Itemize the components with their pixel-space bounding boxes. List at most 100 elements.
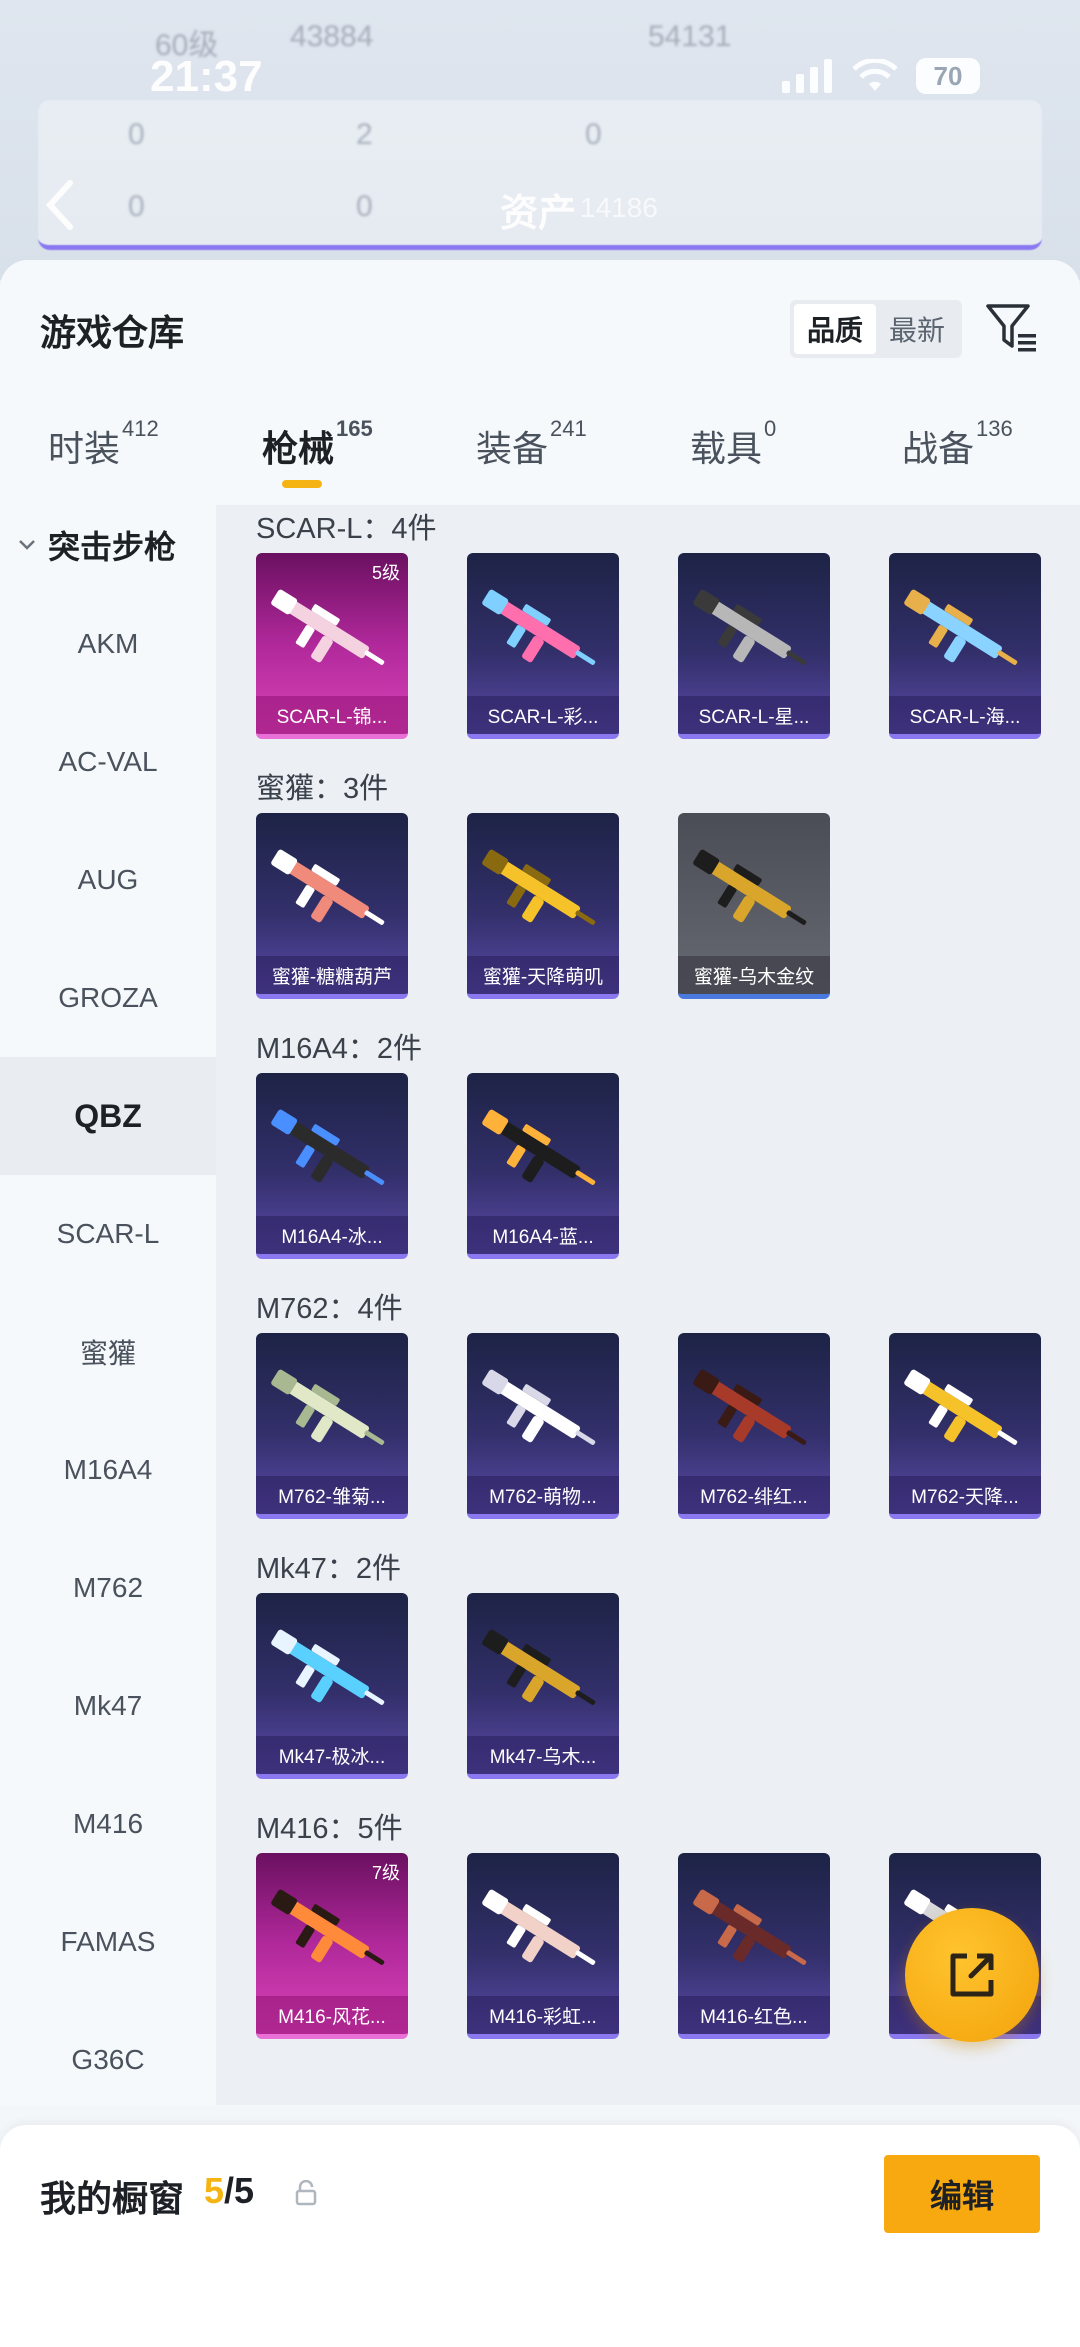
- category-item-famas[interactable]: FAMAS: [0, 1883, 216, 2001]
- tab-count: 241: [550, 416, 587, 441]
- sort-newest-button[interactable]: 最新: [876, 304, 958, 354]
- weapon-skin-card[interactable]: M416-红色...: [678, 1853, 830, 2039]
- weapon-image: [271, 1629, 385, 1705]
- category-item-m16a4[interactable]: M16A4: [0, 1411, 216, 1529]
- weapon-image: [693, 589, 807, 665]
- weapon-skin-card[interactable]: M762-天降...: [889, 1333, 1041, 1519]
- background-header: 60级 43884 54131 0 2 0 0 0 21:37 70 资产 14…: [0, 0, 1080, 280]
- weapon-skin-name: Mk47-乌木...: [467, 1736, 619, 1774]
- showcase-current: 5: [204, 2170, 225, 2211]
- category-item-groza[interactable]: GROZA: [0, 939, 216, 1057]
- weapon-skin-card[interactable]: 7级 M416-风花...: [256, 1853, 408, 2039]
- sort-quality-button[interactable]: 品质: [794, 304, 876, 354]
- category-item-m416[interactable]: M416: [0, 1765, 216, 1883]
- stat-value: 0: [585, 118, 602, 151]
- share-fab[interactable]: [905, 1908, 1039, 2042]
- weapon-image: [271, 849, 385, 925]
- level-badge: 5级: [371, 563, 400, 583]
- category-item-akm[interactable]: AKM: [0, 585, 216, 703]
- weapon-skin-card[interactable]: 5级 SCAR-L-锦...: [256, 553, 408, 739]
- level-badge: 7级: [371, 1863, 400, 1883]
- weapon-image: [271, 1889, 385, 1965]
- category-tabs: 时装412 枪械165 装备241 载具0 战备136: [0, 416, 1080, 505]
- category-item-scar-l[interactable]: SCAR-L: [0, 1175, 216, 1293]
- warehouse-sheet: 游戏仓库 品质 最新 时装412 枪械165 装备241 载具0 战备136 突…: [0, 260, 1080, 2347]
- coins-left: 43884: [290, 20, 374, 53]
- weapon-skin-card[interactable]: M762-雏菊...: [256, 1333, 408, 1519]
- edit-button[interactable]: 编辑: [884, 2155, 1040, 2233]
- tab-supplies[interactable]: 战备136: [902, 416, 1013, 472]
- weapon-skin-name: M762-绯红...: [678, 1476, 830, 1514]
- weapon-skin-name: M416-红色...: [678, 1996, 830, 2034]
- weapon-skin-card[interactable]: M762-萌物...: [467, 1333, 619, 1519]
- back-icon[interactable]: [40, 175, 80, 235]
- category-item-m762[interactable]: M762: [0, 1529, 216, 1647]
- category-item--[interactable]: 蜜獾: [0, 1293, 216, 1411]
- chevron-down-icon: [19, 540, 35, 550]
- stat-value: 2: [356, 118, 373, 151]
- weapon-skin-card[interactable]: 蜜獾-天降萌叽: [467, 813, 619, 999]
- weapon-image: [271, 1109, 385, 1185]
- wifi-icon: [852, 59, 898, 91]
- weapon-skin-name: M416-风花...: [256, 1996, 408, 2034]
- tab-fashion[interactable]: 时装412: [48, 416, 159, 472]
- stat-value: 0: [356, 190, 373, 223]
- weapon-image: [904, 589, 1018, 665]
- weapon-image: [693, 1889, 807, 1965]
- weapon-image: [693, 1369, 807, 1445]
- weapon-skin-card[interactable]: 蜜獾-乌木金纹: [678, 813, 830, 999]
- weapon-skin-card[interactable]: Mk47-极冰...: [256, 1593, 408, 1779]
- weapon-grid: SCAR-L：4件 5级 SCAR-L-锦... SCAR-L-彩... SCAR-L-…: [216, 505, 1080, 2105]
- weapon-image: [904, 1369, 1018, 1445]
- signal-icon: [782, 59, 832, 93]
- category-group-assault-rifle[interactable]: 突击步枪: [0, 505, 216, 585]
- coins-right: 54131: [648, 20, 732, 53]
- share-icon: [950, 1953, 994, 1997]
- weapon-image: [482, 1629, 596, 1705]
- weapon-skin-name: 蜜獾-糖糖葫芦: [256, 956, 408, 994]
- weapon-skin-card[interactable]: M16A4-蓝...: [467, 1073, 619, 1259]
- lock-icon: [295, 2180, 317, 2206]
- weapon-skin-card[interactable]: M762-绯红...: [678, 1333, 830, 1519]
- category-item-mk47[interactable]: Mk47: [0, 1647, 216, 1765]
- tab-label: 战备: [902, 428, 975, 469]
- category-item-ac-val[interactable]: AC-VAL: [0, 703, 216, 821]
- tab-count: 136: [976, 416, 1013, 441]
- weapon-image: [271, 1369, 385, 1445]
- tab-vehicles[interactable]: 载具0: [690, 416, 776, 472]
- section-title: M416：5件: [256, 1813, 403, 1845]
- weapon-skin-name: SCAR-L-海...: [889, 696, 1041, 734]
- showcase-label: 我的橱窗: [40, 2178, 185, 2219]
- weapon-skin-name: M416-彩虹...: [467, 1996, 619, 2034]
- category-item-qbz[interactable]: QBZ: [0, 1057, 216, 1175]
- weapon-skin-name: SCAR-L-锦...: [256, 696, 408, 734]
- weapon-skin-card[interactable]: M16A4-冰...: [256, 1073, 408, 1259]
- weapon-skin-card[interactable]: SCAR-L-海...: [889, 553, 1041, 739]
- tab-active-underline: [282, 480, 322, 488]
- weapon-skin-card[interactable]: 蜜獾-糖糖葫芦: [256, 813, 408, 999]
- category-group-label: 突击步枪: [48, 529, 177, 565]
- warehouse-title: 游戏仓库: [40, 312, 185, 353]
- tab-label: 时装: [48, 428, 121, 469]
- weapon-image: [693, 849, 807, 925]
- assets-title: 资产: [500, 193, 577, 235]
- section-title: SCAR-L：4件: [256, 513, 437, 545]
- weapon-skin-card[interactable]: Mk47-乌木...: [467, 1593, 619, 1779]
- tab-firearms[interactable]: 枪械165: [262, 416, 373, 488]
- battery-indicator: 70: [916, 58, 980, 94]
- weapon-skin-name: M16A4-冰...: [256, 1216, 408, 1254]
- category-item-g36c[interactable]: G36C: [0, 2001, 216, 2119]
- weapon-skin-name: SCAR-L-星...: [678, 696, 830, 734]
- weapon-skin-name: M762-天降...: [889, 1476, 1041, 1514]
- weapon-image: [482, 1889, 596, 1965]
- filter-icon[interactable]: [984, 300, 1040, 356]
- sheet-header: 游戏仓库 品质 最新 时装412 枪械165 装备241 载具0 战备136: [0, 260, 1080, 505]
- weapon-skin-card[interactable]: SCAR-L-彩...: [467, 553, 619, 739]
- tab-equipment[interactable]: 装备241: [476, 416, 587, 472]
- category-item-aug[interactable]: AUG: [0, 821, 216, 939]
- weapon-image: [482, 1369, 596, 1445]
- weapon-skin-card[interactable]: SCAR-L-星...: [678, 553, 830, 739]
- showcase-count: 5/5: [204, 2170, 255, 2211]
- weapon-skin-card[interactable]: M416-彩虹...: [467, 1853, 619, 2039]
- weapon-skin-name: Mk47-极冰...: [256, 1736, 408, 1774]
